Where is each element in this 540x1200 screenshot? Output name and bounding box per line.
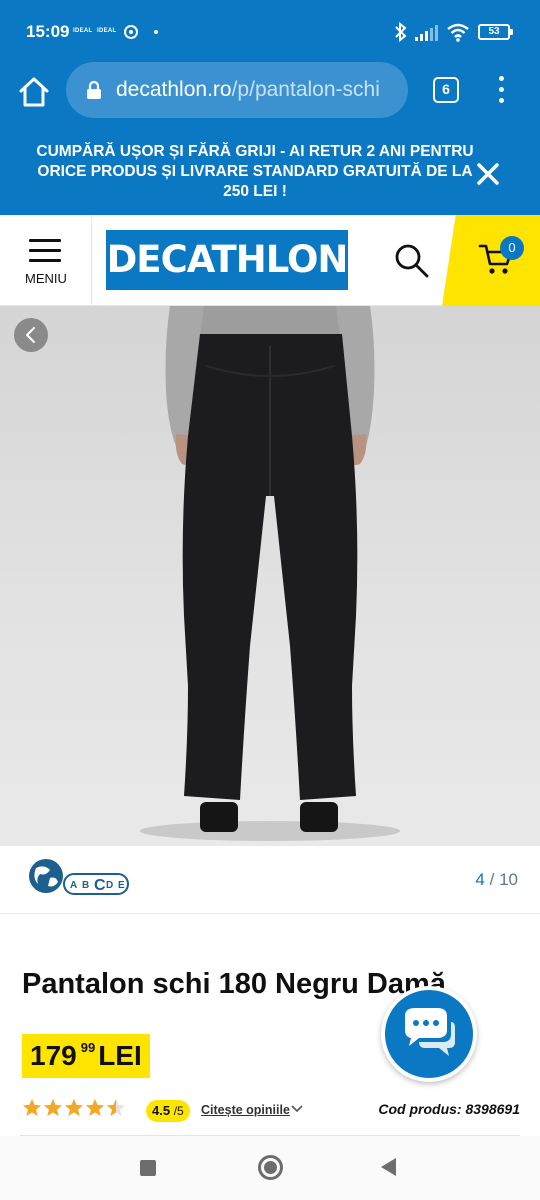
system-nav-bar: [0, 1136, 540, 1200]
product-code: Cod produs: 8398691: [378, 1101, 520, 1117]
price-integer: 179: [30, 1040, 77, 1071]
menu-label: MENIU: [25, 271, 67, 286]
star-icon: [107, 1099, 125, 1116]
status-bar: 15:09 IDEAL IDEAL 53: [0, 0, 540, 62]
status-time: 15:09: [26, 22, 70, 41]
rating-badge: 4.5 /5: [146, 1100, 190, 1122]
home-icon[interactable]: [16, 74, 52, 110]
pager-current: 4: [475, 870, 485, 889]
url-text: decathlon.ro/p/pantalon-schi: [116, 78, 380, 102]
url-path: /p/pantalon-schi: [231, 78, 380, 101]
chevron-left-icon[interactable]: [14, 318, 48, 352]
site-header: MENIU DECATHLON: [0, 215, 540, 306]
eco-letter: E: [118, 880, 125, 891]
star-icon: [65, 1099, 83, 1116]
product-price: 179 99 LEI: [22, 1034, 150, 1078]
eco-letter: A: [70, 880, 77, 891]
rating-row: 4.5 /5 Citește opiniile Cod produs: 8398…: [22, 1098, 522, 1124]
star-icon: [86, 1099, 104, 1116]
carrier-label: IDEAL: [73, 28, 93, 34]
recents-icon[interactable]: [140, 1160, 156, 1176]
rating-stars: [22, 1098, 126, 1118]
browser-toolbar: decathlon.ro/p/pantalon-schi 6: [0, 62, 540, 130]
decathlon-logo[interactable]: DECATHLON: [106, 230, 348, 290]
star-icon: [44, 1099, 62, 1116]
promo-banner: CUMPĂRĂ UȘOR ȘI FĂRĂ GRIJI - AI RETUR 2 …: [0, 130, 540, 215]
rating-max: /5: [173, 1104, 184, 1118]
menu-button[interactable]: MENIU: [0, 215, 92, 306]
lock-icon: [87, 80, 101, 99]
product-photo: [140, 306, 400, 841]
url-bar[interactable]: decathlon.ro/p/pantalon-schi: [66, 62, 408, 118]
pager-separator: /: [489, 870, 495, 889]
product-title: Pantalon schi 180 Negru Damă: [22, 968, 446, 1000]
battery-icon: 53: [478, 24, 513, 40]
tabs-button[interactable]: 6: [433, 77, 459, 103]
product-image[interactable]: [0, 306, 540, 846]
bluetooth-icon: [395, 22, 407, 42]
url-domain: decathlon.ro: [116, 78, 232, 101]
search-icon[interactable]: [392, 241, 432, 281]
chevron-down-icon[interactable]: [290, 1104, 304, 1114]
close-icon[interactable]: [474, 160, 502, 188]
signal-icon: [415, 25, 438, 41]
chat-icon: [405, 1008, 455, 1056]
rating-value: 4.5: [152, 1103, 171, 1118]
home-nav-icon[interactable]: [258, 1155, 283, 1180]
wifi-icon: [447, 23, 469, 42]
back-icon[interactable]: [381, 1158, 396, 1176]
price-decimals: 99: [80, 1040, 96, 1055]
carrier-label: IDEAL: [97, 28, 117, 34]
eco-letter: B: [82, 880, 89, 891]
more-vert-icon[interactable]: [497, 76, 505, 106]
chrome-icon: [124, 25, 138, 39]
eco-letter: C: [94, 877, 106, 894]
eco-letter: D: [106, 880, 113, 891]
star-icon: [23, 1099, 41, 1116]
hamburger-icon: [29, 239, 61, 269]
promo-text: CUMPĂRĂ UȘOR ȘI FĂRĂ GRIJI - AI RETUR 2 …: [36, 143, 474, 200]
eco-design-badge: ABCDE: [29, 859, 129, 895]
reviews-link[interactable]: Citește opiniile: [201, 1103, 290, 1117]
notification-dot-icon: [154, 30, 158, 34]
pager-total: 10: [499, 870, 518, 889]
chat-button[interactable]: [381, 986, 477, 1082]
price-currency: LEI: [98, 1040, 142, 1071]
gallery-pager: 4 / 10: [475, 870, 518, 890]
cart-count-badge: 0: [500, 236, 524, 260]
